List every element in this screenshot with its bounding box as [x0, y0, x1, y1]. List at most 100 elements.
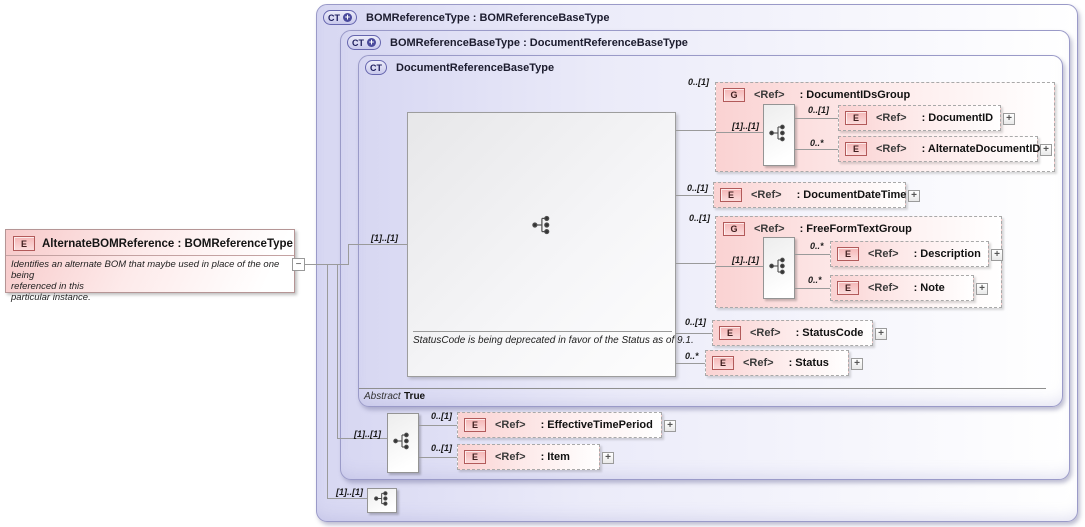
cardinality-label: [1]..[1]	[336, 487, 363, 497]
expand-icon[interactable]: +	[1040, 144, 1052, 156]
connector-line	[337, 264, 338, 438]
connector-line	[716, 266, 763, 267]
complextype-title: DocumentReferenceBaseType	[396, 61, 555, 74]
cardinality-label: 0..[1]	[431, 443, 453, 453]
element-annotation: Identifies an alternate BOM that maybe u…	[11, 259, 280, 303]
complextype-header-bomreferencetype[interactable]: CT + BOMReferenceType : BOMReferenceBaseT…	[323, 10, 610, 25]
complextype-header-documentreferencebasetype[interactable]: CT DocumentReferenceBaseType	[365, 60, 554, 75]
connector-line	[676, 130, 715, 131]
cardinality-label: 0..*	[810, 138, 824, 148]
derived-plus-icon: +	[367, 37, 376, 47]
element-icon: E	[837, 281, 859, 295]
sequence-compositor-documentidsgroup[interactable]	[763, 104, 795, 166]
element-icon: E	[464, 418, 486, 432]
ref-label: <Ref>	[495, 419, 526, 431]
element-icon: E	[845, 111, 867, 125]
element-box-documentid[interactable]: E <Ref> : DocumentID +	[838, 105, 1015, 131]
schema-diagram: CT + BOMReferenceType : BOMReferenceBaseT…	[0, 0, 1085, 527]
element-name: : Note	[913, 282, 945, 294]
cardinality-label: [1]..[1]	[354, 429, 381, 439]
element-box-status[interactable]: E <Ref> : Status +	[705, 350, 863, 376]
element-box-alternatedocumentid[interactable]: E <Ref> : AlternateDocumentID +	[838, 136, 1052, 162]
element-name: : Description	[913, 248, 981, 260]
derived-plus-icon: +	[343, 12, 352, 22]
element-name: : AlternateDocumentID	[921, 143, 1041, 155]
element-header: E AlternateBOMReference : BOMReferenceTy…	[6, 230, 294, 256]
cardinality-label: 0..[1]	[431, 411, 453, 421]
ref-label: <Ref>	[876, 143, 907, 155]
element-name: : Status	[788, 357, 829, 369]
sequence-icon	[393, 431, 413, 456]
ref-label: <Ref>	[754, 223, 785, 235]
ref-label: <Ref>	[495, 451, 526, 463]
sequence-compositor-bomreferencetype[interactable]	[367, 488, 397, 513]
connector-line	[348, 244, 349, 265]
element-box-effectivetimeperiod[interactable]: E <Ref> : EffectiveTimePeriod +	[457, 412, 676, 438]
connector-line	[795, 149, 838, 150]
expand-icon[interactable]: +	[851, 358, 863, 370]
element-box-note[interactable]: E <Ref> : Note +	[830, 275, 988, 301]
connector-line	[676, 363, 705, 364]
connector-line	[419, 457, 457, 458]
complextype-icon: CT +	[347, 35, 381, 50]
annotation-divider	[413, 331, 672, 332]
element-box-statuscode[interactable]: E <Ref> : StatusCode +	[712, 320, 887, 346]
element-icon: E	[712, 356, 734, 370]
element-name: : DocumentID	[921, 112, 994, 124]
sequence-compositor-bomreferencebasetype[interactable]	[387, 413, 419, 473]
connector-line	[348, 244, 407, 245]
expand-icon[interactable]: +	[875, 328, 887, 340]
expand-icon[interactable]: +	[664, 420, 676, 432]
ref-label: <Ref>	[754, 89, 785, 101]
sequence-icon	[769, 123, 789, 148]
element-icon: E	[837, 247, 859, 261]
element-box-description[interactable]: E <Ref> : Description +	[830, 241, 1003, 267]
cardinality-label: 0..[1]	[689, 213, 711, 223]
collapse-icon[interactable]: −	[292, 258, 305, 271]
connector-line	[716, 132, 763, 133]
element-box-documentdatetime[interactable]: E <Ref> : DocumentDateTime +	[713, 182, 920, 208]
cardinality-label: 0..[1]	[687, 183, 709, 193]
group-name: : FreeFormTextGroup	[799, 223, 912, 235]
ref-label: <Ref>	[868, 282, 899, 294]
sequence-compositor-freeformtextgroup[interactable]	[763, 237, 795, 299]
cardinality-label: 0..*	[808, 275, 822, 285]
element-title: AlternateBOMReference : BOMReferenceType	[42, 237, 293, 250]
abstract-divider	[359, 388, 1046, 389]
content-model-box[interactable]: StatusCode is being deprecated in favor …	[407, 112, 694, 377]
ref-label: <Ref>	[743, 357, 774, 369]
sequence-icon	[532, 214, 554, 241]
group-icon: G	[723, 88, 745, 102]
ref-label: <Ref>	[751, 189, 782, 201]
element-icon: E	[13, 236, 35, 251]
connector-line	[676, 263, 715, 264]
expand-icon[interactable]: +	[602, 452, 614, 464]
complextype-icon: CT	[365, 60, 387, 75]
ref-label: <Ref>	[750, 327, 781, 339]
connector-line	[795, 254, 830, 255]
complextype-header-bomreferencebasetype[interactable]: CT + BOMReferenceBaseType : DocumentRefer…	[347, 35, 688, 50]
element-icon: E	[845, 142, 867, 156]
element-name: : DocumentDateTime	[796, 189, 907, 201]
group-icon: G	[723, 222, 745, 236]
abstract-value: True	[404, 391, 426, 402]
expand-icon[interactable]: +	[976, 283, 988, 295]
element-name: : Item	[540, 451, 570, 463]
ref-label: <Ref>	[876, 112, 907, 124]
cardinality-label: [1]..[1]	[732, 255, 759, 265]
element-box-item[interactable]: E <Ref> : Item +	[457, 444, 614, 470]
complextype-title: BOMReferenceBaseType : DocumentReference…	[390, 36, 688, 49]
cardinality-label: 0..*	[685, 351, 699, 361]
expand-icon[interactable]: +	[908, 190, 920, 202]
complextype-icon: CT +	[323, 10, 357, 25]
element-icon: E	[719, 326, 741, 340]
cardinality-label: 0..*	[810, 241, 824, 251]
expand-icon[interactable]: +	[1003, 113, 1015, 125]
group-header-documentidsgroup: G <Ref> : DocumentIDsGroup	[723, 88, 910, 102]
expand-icon[interactable]: +	[991, 249, 1003, 261]
connector-line	[676, 195, 713, 196]
connector-line	[795, 118, 838, 119]
cardinality-label: 0..[1]	[688, 77, 710, 87]
group-header-freeformtextgroup: G <Ref> : FreeFormTextGroup	[723, 222, 912, 236]
element-box-alternatebomreference[interactable]: E AlternateBOMReference : BOMReferenceTy…	[5, 229, 295, 303]
